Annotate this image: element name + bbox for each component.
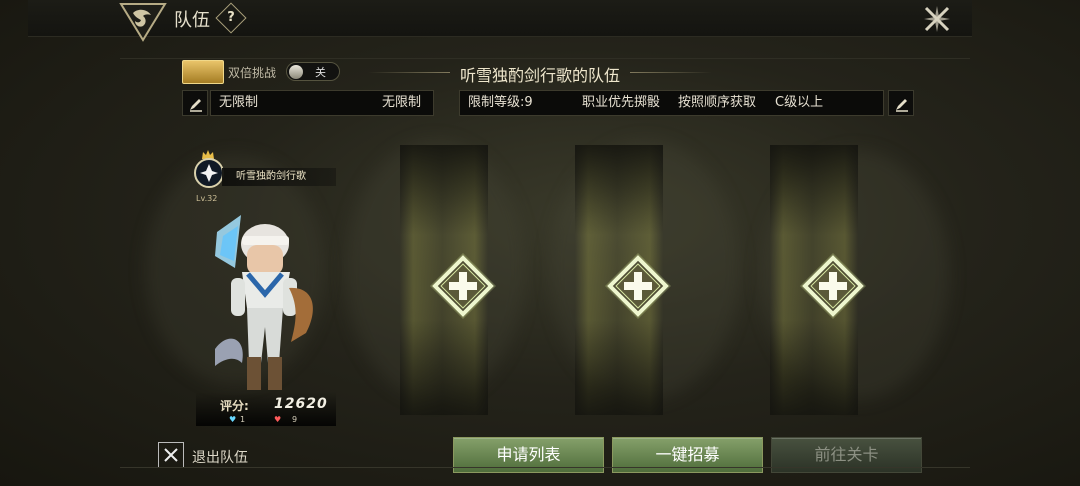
close-icon[interactable] [922,4,952,34]
page-title: 队伍 [174,10,210,31]
double-challenge-label: 双倍挑战 [228,66,277,80]
header-bar [28,0,972,37]
pencil-icon [896,99,908,112]
toggle-label: 关 [315,66,326,79]
leader-score: 12620 [274,396,328,412]
filter-field-left[interactable]: 无限制 无限制 [210,90,434,116]
question-icon: ? [227,10,235,25]
leader-name: 听雪独酌剑行歌 [222,168,336,186]
bottom-divider [120,467,970,468]
class-badge-icon [194,158,224,188]
add-member-icon[interactable] [429,252,497,320]
blue-gem-count: 1 [240,415,246,424]
team-dragon-emblem-icon [119,3,167,42]
toggle-knob [289,65,303,79]
exit-team-label: 退出队伍 [192,450,248,466]
restrictions-field[interactable]: 限制等级:9 职业优先掷骰 按照顺序获取 C级以上 [459,90,884,116]
blue-gem-icon: ♥ [229,415,237,424]
exit-team-button[interactable] [158,442,184,468]
filter-value-2: 无限制 [381,95,421,110]
team-title: 听雪独酌剑行歌的队伍 [360,62,720,86]
leader-character-portrait[interactable] [195,205,335,400]
restriction-level: 限制等级:9 [468,95,533,110]
red-gem-count: 9 [292,415,298,424]
restriction-roll: 职业优先掷骰 [582,95,661,110]
leader-level: Lv.32 [196,194,218,203]
restriction-order: 按照顺序获取 [678,95,757,110]
add-member-icon[interactable] [604,252,672,320]
filter-value-1: 无限制 [219,95,259,110]
restriction-grade: C级以上 [775,95,824,110]
add-member-icon[interactable] [799,252,867,320]
double-challenge-toggle[interactable]: 关 [286,62,340,81]
team-screen: 队伍 ? 双倍挑战 关 听雪独酌剑行歌的队伍 无限制 无限制 限制等级:9 职业… [0,0,1080,486]
red-gem-icon: ♥ [274,415,282,424]
exit-x-icon [164,448,178,462]
edit-filter-button-right[interactable] [888,90,914,116]
pencil-icon [190,99,202,112]
edit-filter-button-left[interactable] [182,90,208,116]
score-label: 评分: [220,399,249,413]
double-challenge-ticket-icon [182,60,224,84]
